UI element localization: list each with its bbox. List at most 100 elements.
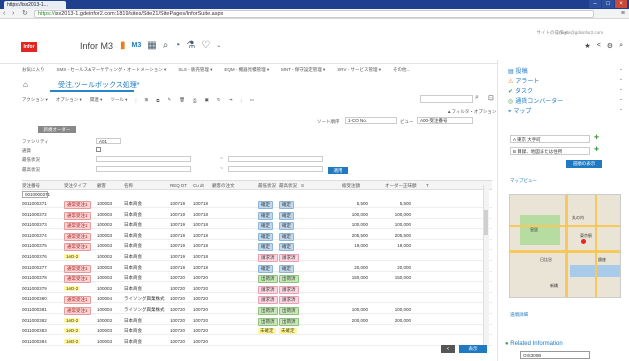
nav-favorites[interactable]: お気に入り <box>22 67 45 73</box>
sort-select[interactable]: 1-CO No. <box>345 117 397 124</box>
col-total[interactable]: 総受注額 <box>342 183 360 189</box>
max-status-select[interactable] <box>96 166 191 172</box>
share-icon[interactable]: < <box>597 42 601 50</box>
nav-eqm[interactable]: EQM - 機器見積管理 ▾ <box>224 67 269 73</box>
grid-filter-input[interactable]: 0010000371 <box>22 191 50 198</box>
rp-posts[interactable]: ▤ 投稿 <box>508 66 528 75</box>
col-net[interactable]: オーダー正味額 <box>385 183 417 189</box>
show-route-button[interactable]: 道順の表示 <box>566 160 602 168</box>
search-icon[interactable]: ⌕ <box>163 40 169 52</box>
edit-icon[interactable]: ✎ <box>168 97 172 103</box>
nav-sls[interactable]: SLS - 販売管理 ▾ <box>178 67 212 73</box>
delete-icon[interactable]: 🗑 <box>179 97 185 103</box>
table-row[interactable]: 0011000380 通常受注1 100004 ライソング興業株式 100720 1007… <box>22 295 492 305</box>
table-row[interactable]: 0011000378 通常受注1 100003 日本商会 100720 100720 出荷済… <box>22 274 492 284</box>
address-bar[interactable]: https://isx2013-1.gdeinfor2.com:1819/sit… <box>34 10 594 18</box>
close-button[interactable]: × <box>615 0 627 8</box>
rp-tasks[interactable]: ✔ タスク <box>508 86 533 95</box>
col-max-status[interactable]: 最高状況 <box>279 183 297 189</box>
nav-sms[interactable]: SMS - セールス&マーケティング・オートメーション ▾ <box>57 67 167 73</box>
table-row[interactable]: 0011000372 通常受注1 100003 日本商会 100719 100718 確定確… <box>22 211 492 220</box>
related-select[interactable]: OIS300B <box>520 351 590 359</box>
search-icon[interactable]: ⌕ <box>619 42 623 50</box>
view-select[interactable]: A00-受注番号 <box>417 117 473 124</box>
copy-icon[interactable]: ⧉ <box>156 98 159 103</box>
facility-select[interactable]: A01 <box>96 138 121 144</box>
col-name[interactable]: 名称 <box>124 183 133 189</box>
chevron-down-icon[interactable]: ⌄ <box>619 76 623 82</box>
maximize-button[interactable]: □ <box>602 0 614 8</box>
heart-monitor-icon[interactable]: ♡ <box>201 40 210 52</box>
table-row[interactable]: 0011000382 1eD-2 100003 日本商会 100720 100720 出荷済… <box>22 317 492 326</box>
route-detail-link[interactable]: 道順詳細 <box>510 312 528 318</box>
search-icon[interactable]: ⌕ <box>475 94 479 102</box>
table-row[interactable]: 0011000379 1eD-2 100003 日本商会 100720 100720 請求済… <box>22 285 492 294</box>
star-icon[interactable]: ★ <box>584 42 590 50</box>
prev-page-button[interactable]: < <box>441 345 455 353</box>
map-from-input[interactable]: A 東京 大手町 <box>510 135 590 143</box>
map-view[interactable]: 皇居 東京駅 日比谷 新橋 丸の内 銀座 <box>509 194 621 298</box>
map-marker-icon[interactable] <box>581 239 586 244</box>
chevron-down-icon[interactable]: ⌄ <box>216 40 221 52</box>
table-row[interactable]: 0011000375 通常受注1 100003 日本商会 100719 100718 確定確… <box>22 242 492 252</box>
pie-chart-icon[interactable]: ◔ <box>174 40 180 52</box>
col-customer-po[interactable]: 顧客の注文 <box>212 183 235 189</box>
new-order-button[interactable]: 新規オーダー <box>38 126 76 133</box>
col-t[interactable]: T <box>426 183 429 188</box>
table-row[interactable]: 0011000373 通常受注1 100003 日本商会 100719 100718 確定確… <box>22 221 492 231</box>
col-order-no[interactable]: 受注番号 <box>22 183 40 189</box>
max-status-select-to[interactable] <box>228 166 323 172</box>
show-button[interactable]: 表示 <box>459 345 487 353</box>
reload-icon[interactable]: ↻ <box>22 10 28 18</box>
table-row[interactable]: 0011000371 通常受注1 100003 日本商会 100719 100718 確定確… <box>22 200 492 209</box>
m3-icon[interactable]: M3 <box>132 40 142 52</box>
rp-currency[interactable]: ◎ 通貨コンバーター <box>508 96 563 105</box>
min-status-select[interactable] <box>96 156 191 162</box>
home-icon[interactable]: ⌂ <box>23 80 28 89</box>
related-menu[interactable]: 関連 ▾ <box>90 97 103 103</box>
map-view-header[interactable]: マップビュー <box>510 178 537 184</box>
filter-options-link[interactable]: ▲フィルタ・オプション <box>447 109 496 115</box>
chevron-down-icon[interactable]: ⌄ <box>619 106 623 112</box>
gear-icon[interactable]: ⚙ <box>607 42 613 50</box>
col-s[interactable]: S <box>301 183 304 188</box>
col-order-type[interactable]: 受注タイプ <box>64 183 87 189</box>
col-min-status[interactable]: 最低状況 <box>258 183 276 189</box>
add-icon[interactable]: ✚ <box>594 134 599 141</box>
layout-icon[interactable]: ▭ <box>250 97 254 103</box>
table-row[interactable]: 0011000377 通常受注1 100003 日本商会 100719 100718 確定確… <box>22 264 492 273</box>
currency-checkbox[interactable] <box>96 147 101 152</box>
save-icon[interactable]: ▣ <box>205 97 209 103</box>
browser-menu-icon[interactable]: ≡ <box>621 10 625 17</box>
options-menu[interactable]: オプション ▾ <box>56 97 82 103</box>
grid-icon[interactable]: ▦ <box>147 40 156 52</box>
rp-map[interactable]: ⌖ マップ <box>508 106 531 116</box>
min-status-select-to[interactable] <box>228 156 323 162</box>
map-to-input[interactable]: B 目録、地図または住所 <box>510 147 590 155</box>
col-req-dt[interactable]: REQ DT <box>170 183 187 188</box>
chevron-down-icon[interactable]: ⌄ <box>619 66 623 72</box>
info-icon[interactable]: ⊡ <box>488 94 494 102</box>
user-name[interactable]: nogbi@gdsinfor2.com <box>559 30 603 35</box>
add-icon[interactable]: ✚ <box>594 146 599 153</box>
chevron-down-icon[interactable]: ⌄ <box>619 86 623 92</box>
table-row[interactable]: 0011000384 1eD-2 100003 日本商会 100720 100720 <box>22 338 492 346</box>
tools-menu[interactable]: ツール ▾ <box>110 97 127 103</box>
table-row[interactable]: 0011000374 通常受注1 100003 日本商会 100719 100718 確定確… <box>22 232 492 241</box>
grid-scrollbar-thumb[interactable] <box>484 210 488 235</box>
print-icon[interactable]: ⎙ <box>193 98 197 103</box>
chevron-down-icon[interactable]: ⌄ <box>619 96 623 102</box>
actions-menu[interactable]: アクション ▾ <box>22 97 48 103</box>
flask-icon[interactable]: ⚗ <box>186 40 195 52</box>
nav-srv[interactable]: SRV - サービス管理 ▾ <box>337 67 381 73</box>
back-icon[interactable]: ‹ <box>3 10 5 18</box>
grid-scrollbar[interactable] <box>483 185 489 345</box>
new-icon[interactable]: ⊞ <box>145 97 149 103</box>
col-cu-dt[interactable]: Cu dt <box>193 183 204 188</box>
refresh-icon[interactable]: ↻ <box>217 97 221 103</box>
table-row[interactable]: 0011000376 1eD-2 100003 日本商会 100719 100718 請求済… <box>22 253 492 262</box>
minimize-button[interactable]: – <box>589 0 601 8</box>
nav-mnt[interactable]: MNT - 保守設定管理 ▾ <box>281 67 325 73</box>
rp-alerts[interactable]: ⚠ アラート <box>508 76 539 85</box>
export-icon[interactable]: ⇥ <box>229 97 233 103</box>
